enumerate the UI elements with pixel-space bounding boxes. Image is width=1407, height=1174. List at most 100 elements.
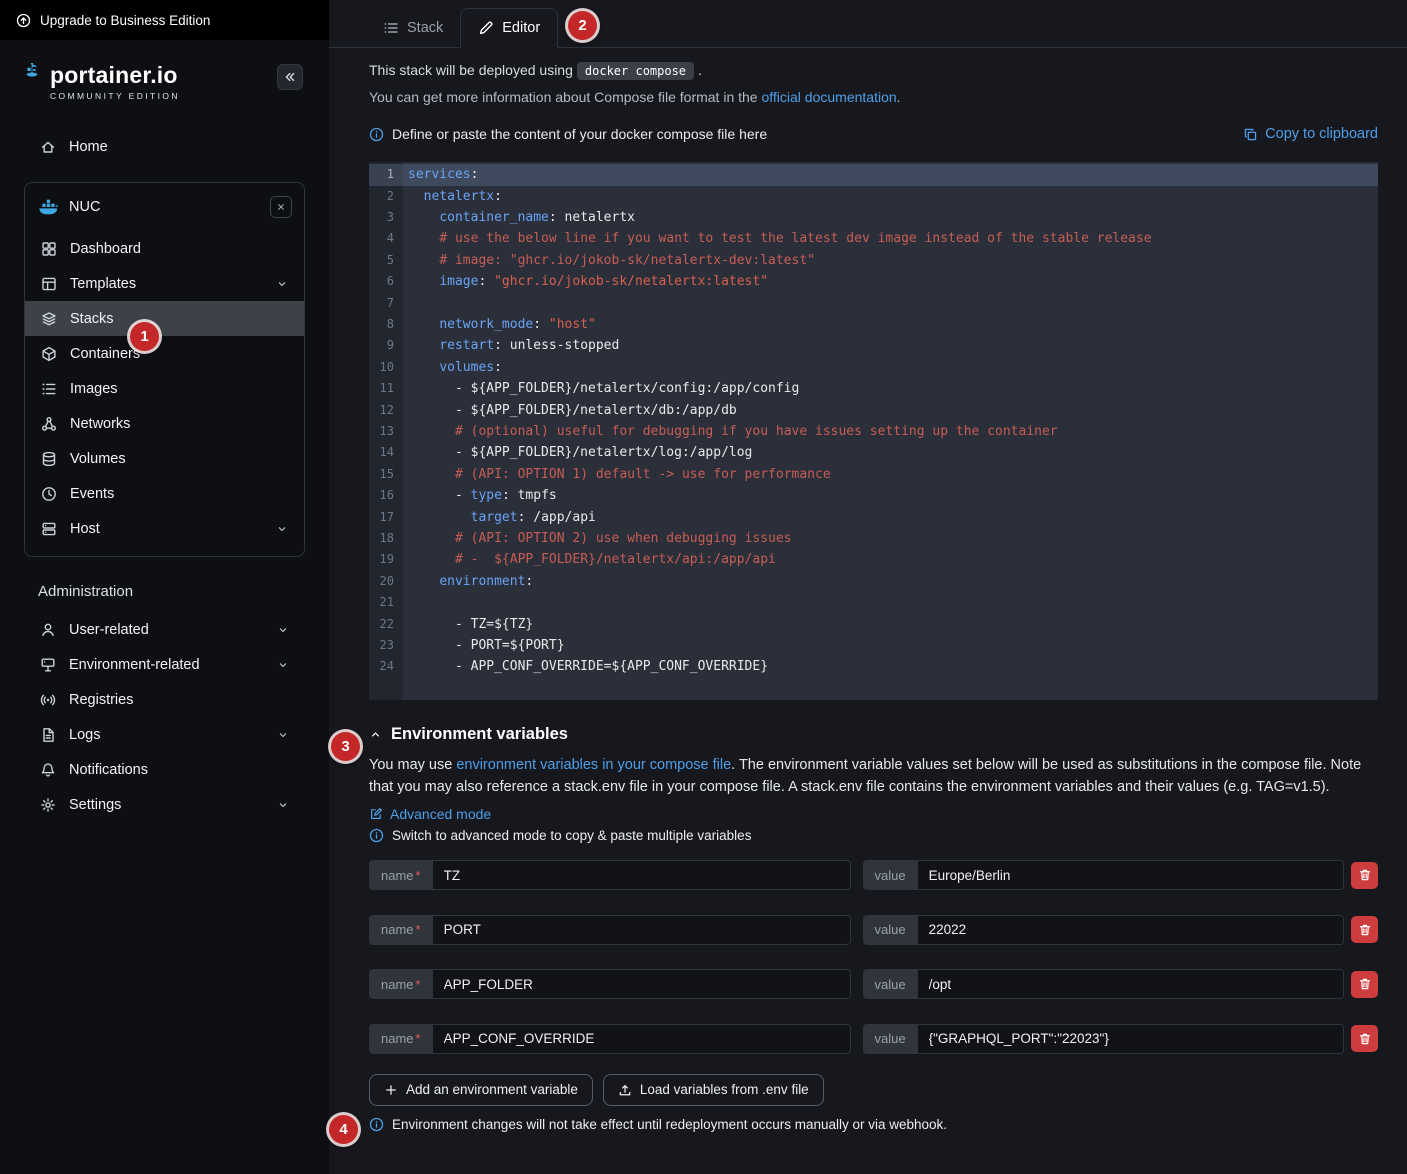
- code-line: target: /app/api: [403, 507, 1378, 528]
- env-value-label: value: [863, 915, 918, 945]
- sidebar-item-dashboard[interactable]: Dashboard: [25, 231, 304, 266]
- sidebar-item-label: Logs: [69, 727, 100, 743]
- sidebar-item-environment-related[interactable]: Environment-related: [24, 647, 305, 682]
- line-number: 20: [369, 571, 403, 592]
- desc-prefix: You may use: [369, 757, 456, 773]
- chevron-down-icon: [276, 523, 288, 535]
- code-editor[interactable]: 123456789101112131415161718192021222324 …: [369, 162, 1378, 700]
- docker-whale-icon: [39, 199, 59, 215]
- sidebar-item-label: Host: [70, 521, 100, 537]
- sidebar-item-logs[interactable]: Logs: [24, 717, 305, 752]
- chevron-down-icon: [277, 729, 289, 741]
- delete-variable-button[interactable]: [1351, 971, 1378, 998]
- sidebar-item-volumes[interactable]: Volumes: [25, 441, 304, 476]
- collapse-sidebar-button[interactable]: [277, 64, 303, 90]
- sidebar-item-label: Containers: [70, 346, 140, 362]
- sidebar-item-notifications[interactable]: Notifications: [24, 752, 305, 787]
- delete-variable-button[interactable]: [1351, 862, 1378, 889]
- add-environment-variable-button[interactable]: Add an environment variable: [369, 1074, 593, 1106]
- sidebar-item-settings[interactable]: Settings: [24, 787, 305, 822]
- chevron-down-icon: [276, 278, 288, 290]
- environment-box: NUC DashboardTemplatesStacksContainersIm…: [24, 182, 305, 557]
- define-hint: Define or paste the content of your dock…: [369, 126, 767, 142]
- env-name-input[interactable]: [433, 915, 851, 945]
- env-variable-row: name*value: [369, 1024, 1378, 1054]
- env-value-input[interactable]: [918, 915, 1344, 945]
- code-line: # use the below line if you want to test…: [403, 228, 1378, 249]
- compose-format-info: You can get more information about Compo…: [369, 89, 1378, 105]
- sidebar-item-containers[interactable]: Containers: [25, 336, 304, 371]
- env-name-input[interactable]: [433, 1024, 851, 1054]
- code-line: - APP_CONF_OVERRIDE=${APP_CONF_OVERRIDE}: [403, 656, 1378, 677]
- advanced-mode-link[interactable]: Advanced mode: [369, 806, 491, 822]
- env-vars-compose-link[interactable]: environment variables in your compose fi…: [456, 757, 731, 773]
- logs-icon: [40, 727, 56, 743]
- code-line: - ${APP_FOLDER}/netalertx/db:/app/db: [403, 400, 1378, 421]
- env-value-input[interactable]: [918, 1024, 1344, 1054]
- sidebar-item-networks[interactable]: Networks: [25, 406, 304, 441]
- sidebar-top-nav: Home: [0, 129, 329, 164]
- sidebar-item-label: Templates: [70, 276, 136, 292]
- sidebar-item-registries[interactable]: Registries: [24, 682, 305, 717]
- info-icon: [369, 1117, 384, 1132]
- brand: portainer.io COMMUNITY EDITION: [0, 40, 329, 101]
- registries-icon: [40, 692, 56, 708]
- brand-edition: COMMUNITY EDITION: [50, 91, 180, 101]
- environment-variables-section: Environment variables You may use enviro…: [369, 725, 1378, 1142]
- sidebar-item-templates[interactable]: Templates: [25, 266, 304, 301]
- close-environment-button[interactable]: [270, 196, 292, 218]
- compose-info-suffix: .: [897, 89, 901, 105]
- add-button-label: Add an environment variable: [406, 1082, 578, 1097]
- sidebar-item-images[interactable]: Images: [25, 371, 304, 406]
- plus-icon: [384, 1083, 398, 1097]
- sidebar-item-label: Volumes: [70, 451, 126, 467]
- users-icon: [40, 622, 56, 638]
- line-number: 19: [369, 549, 403, 570]
- chevron-down-icon: [277, 799, 289, 811]
- app-root: Upgrade to Business Edition portainer.io…: [0, 0, 1407, 1174]
- env-name-label: name*: [369, 1024, 433, 1054]
- line-number: 13: [369, 421, 403, 442]
- env-value-input[interactable]: [918, 860, 1344, 890]
- delete-variable-button[interactable]: [1351, 916, 1378, 943]
- copy-to-clipboard-button[interactable]: Copy to clipboard: [1243, 126, 1378, 142]
- sidebar-item-events[interactable]: Events: [25, 476, 304, 511]
- env-name-input[interactable]: [433, 969, 851, 999]
- administration-label: Administration: [24, 583, 305, 600]
- delete-variable-button[interactable]: [1351, 1025, 1378, 1052]
- sidebar-item-user-related[interactable]: User-related: [24, 612, 305, 647]
- code-line: [403, 293, 1378, 314]
- portainer-logo-icon: [24, 62, 40, 78]
- deploy-prefix: This stack will be deployed using: [369, 62, 573, 78]
- line-number: 16: [369, 485, 403, 506]
- env-name-input[interactable]: [433, 860, 851, 890]
- env-value-input[interactable]: [918, 969, 1344, 999]
- code-line: [403, 592, 1378, 613]
- networks-icon: [41, 416, 57, 432]
- sidebar-item-host[interactable]: Host: [25, 511, 304, 546]
- sidebar-item-label: Environment-related: [69, 657, 200, 673]
- load-env-file-button[interactable]: Load variables from .env file: [603, 1074, 824, 1106]
- env-variable-rows: name*valuename*valuename*valuename*value: [369, 860, 1378, 1054]
- environment-menu: Dashboard Templates Stacks Containers Images…: [25, 231, 304, 546]
- sidebar-item-home[interactable]: Home: [24, 129, 305, 164]
- upgrade-business-button[interactable]: Upgrade to Business Edition: [0, 0, 329, 40]
- official-documentation-link[interactable]: official documentation: [761, 89, 896, 105]
- sidebar: Upgrade to Business Edition portainer.io…: [0, 0, 329, 1174]
- code-line: # image: "ghcr.io/jokob-sk/netalertx-dev…: [403, 250, 1378, 271]
- tab-stack[interactable]: Stack: [366, 9, 460, 47]
- dashboard-icon: [41, 241, 57, 257]
- code-line: - PORT=${PORT}: [403, 635, 1378, 656]
- required-mark: *: [416, 868, 421, 883]
- annotation-badge-3: 3: [331, 732, 360, 761]
- sidebar-item-stacks[interactable]: Stacks: [25, 301, 304, 336]
- environment-variables-toggle[interactable]: Environment variables: [369, 725, 568, 744]
- chevron-down-icon: [277, 659, 289, 671]
- code-line: - ${APP_FOLDER}/netalertx/log:/app/log: [403, 442, 1378, 463]
- line-number: 23: [369, 635, 403, 656]
- editor-gutter: 123456789101112131415161718192021222324: [369, 162, 403, 700]
- events-icon: [41, 486, 57, 502]
- deploy-info: This stack will be deployed usingdocker …: [369, 62, 1378, 80]
- line-number: 11: [369, 378, 403, 399]
- tab-editor[interactable]: Editor: [460, 8, 558, 48]
